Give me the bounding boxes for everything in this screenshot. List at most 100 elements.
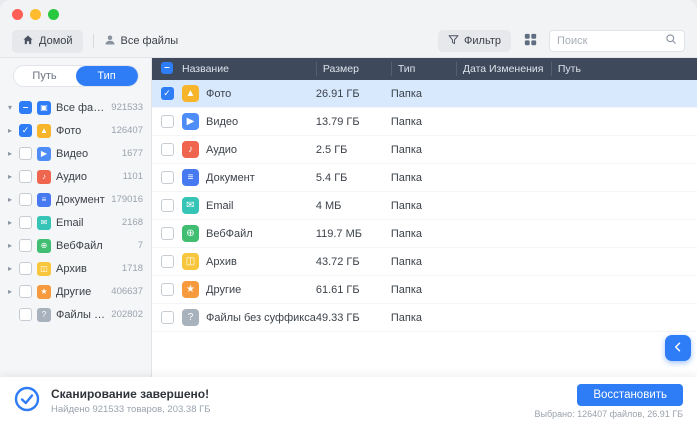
archive-checkbox[interactable] bbox=[19, 262, 32, 275]
email-checkbox[interactable] bbox=[19, 216, 32, 229]
column-header-date[interactable]: Дата Изменения bbox=[456, 62, 551, 76]
item-label: Все файлы bbox=[56, 102, 107, 114]
disclosure-right-icon[interactable]: ▸ bbox=[8, 218, 19, 227]
archive-icon: ◫ bbox=[37, 262, 51, 276]
close-button[interactable] bbox=[12, 9, 23, 20]
sidebar-item-other[interactable]: ▸ ★ Другие 406637 bbox=[5, 280, 146, 303]
grid-view-icon bbox=[524, 33, 537, 49]
disclosure-right-icon[interactable]: ▸ bbox=[8, 264, 19, 273]
row-checkbox[interactable] bbox=[161, 283, 174, 296]
table-row-webfile[interactable]: ⊕ ВебФайл 119.7 МБ Папка bbox=[152, 220, 697, 248]
sidebar-item-all-files[interactable]: ▾ ▣ Все файлы 921533 bbox=[5, 96, 146, 119]
item-count: 7 bbox=[134, 240, 143, 251]
row-name: Email bbox=[206, 200, 234, 212]
disclosure-right-icon[interactable]: ▸ bbox=[8, 287, 19, 296]
photo-checkbox[interactable] bbox=[19, 124, 32, 137]
tab-path[interactable]: Путь bbox=[14, 66, 76, 86]
other-icon: ★ bbox=[182, 281, 199, 298]
row-size: 2.5 ГБ bbox=[316, 144, 391, 156]
sidebar-item-photo[interactable]: ▸ ▲ Фото 126407 bbox=[5, 119, 146, 142]
column-header-path[interactable]: Путь bbox=[551, 62, 697, 76]
home-button[interactable]: Домой bbox=[12, 30, 83, 53]
item-label: Файлы без... bbox=[56, 309, 107, 321]
table-row-document[interactable]: ≡ Документ 5.4 ГБ Папка bbox=[152, 164, 697, 192]
toolbar: Домой Все файлы Фильтр bbox=[12, 29, 685, 53]
select-all-checkbox[interactable] bbox=[161, 62, 173, 74]
row-checkbox[interactable] bbox=[161, 255, 174, 268]
other-checkbox[interactable] bbox=[19, 285, 32, 298]
search-box[interactable] bbox=[549, 30, 685, 52]
column-header-type[interactable]: Тип bbox=[391, 62, 456, 76]
column-header-size[interactable]: Размер bbox=[316, 62, 391, 76]
item-label: Фото bbox=[56, 125, 81, 137]
disclosure-right-icon[interactable]: ▸ bbox=[8, 241, 19, 250]
minimize-button[interactable] bbox=[30, 9, 41, 20]
scan-status: Сканирование завершено! Найдено 921533 т… bbox=[14, 386, 211, 417]
audio-checkbox[interactable] bbox=[19, 170, 32, 183]
item-count: 406637 bbox=[107, 286, 143, 297]
disclosure-down-icon[interactable]: ▾ bbox=[8, 103, 19, 112]
filter-button[interactable]: Фильтр bbox=[438, 30, 511, 52]
video-checkbox[interactable] bbox=[19, 147, 32, 160]
sidebar-item-document[interactable]: ▸ ≡ Документ 179016 bbox=[5, 188, 146, 211]
row-type: Папка bbox=[391, 228, 456, 240]
disclosure-right-icon[interactable]: ▸ bbox=[8, 149, 19, 158]
webfile-checkbox[interactable] bbox=[19, 239, 32, 252]
item-label: Документ bbox=[56, 194, 105, 206]
row-checkbox[interactable] bbox=[161, 115, 174, 128]
table-row-other[interactable]: ★ Другие 61.61 ГБ Папка bbox=[152, 276, 697, 304]
sidebar-item-webfile[interactable]: ▸ ⊕ ВебФайл 7 bbox=[5, 234, 146, 257]
table-row-audio[interactable]: ♪ Аудио 2.5 ГБ Папка bbox=[152, 136, 697, 164]
row-checkbox[interactable] bbox=[161, 171, 174, 184]
row-name: Другие bbox=[206, 284, 241, 296]
row-checkbox[interactable] bbox=[161, 199, 174, 212]
row-checkbox[interactable] bbox=[161, 227, 174, 240]
table-row-no-suffix[interactable]: ? Файлы без суффикса 49.33 ГБ Папка bbox=[152, 304, 697, 332]
scan-complete-icon bbox=[14, 386, 40, 417]
row-size: 13.79 ГБ bbox=[316, 116, 391, 128]
item-count: 2168 bbox=[118, 217, 143, 228]
sidebar-item-no-suffix[interactable]: ? Файлы без... 202802 bbox=[5, 303, 146, 326]
zoom-button[interactable] bbox=[48, 9, 59, 20]
disclosure-right-icon[interactable]: ▸ bbox=[8, 195, 19, 204]
tab-type[interactable]: Тип bbox=[76, 66, 138, 86]
webfile-icon: ⊕ bbox=[182, 225, 199, 242]
item-label: Архив bbox=[56, 263, 87, 275]
column-header-name[interactable]: Название bbox=[182, 62, 316, 76]
sidebar-item-archive[interactable]: ▸ ◫ Архив 1718 bbox=[5, 257, 146, 280]
table-row-email[interactable]: ✉ Email 4 МБ Папка bbox=[152, 192, 697, 220]
email-icon: ✉ bbox=[182, 197, 199, 214]
row-size: 49.33 ГБ bbox=[316, 312, 391, 324]
scan-status-subtitle: Найдено 921533 товаров, 203.38 ГБ bbox=[51, 404, 211, 415]
recover-button[interactable]: Восстановить bbox=[577, 384, 683, 406]
content: Путь Тип ▾ ▣ Все файлы 921533 ▸ ▲ Фото 1… bbox=[0, 58, 697, 377]
home-button-label: Домой bbox=[39, 35, 73, 47]
table-row-photo[interactable]: ▲ Фото 26.91 ГБ Папка bbox=[152, 80, 697, 108]
sidebar-item-video[interactable]: ▸ ▶ Видео 1677 bbox=[5, 142, 146, 165]
unknown-file-icon: ? bbox=[182, 309, 199, 326]
view-switcher-button[interactable] bbox=[520, 31, 540, 51]
video-icon: ▶ bbox=[37, 147, 51, 161]
disclosure-right-icon[interactable]: ▸ bbox=[8, 126, 19, 135]
row-name: Аудио bbox=[206, 144, 237, 156]
row-size: 119.7 МБ bbox=[316, 228, 391, 240]
item-label: Email bbox=[56, 217, 84, 229]
table-row-archive[interactable]: ◫ Архив 43.72 ГБ Папка bbox=[152, 248, 697, 276]
sidebar-item-email[interactable]: ▸ ✉ Email 2168 bbox=[5, 211, 146, 234]
search-input[interactable] bbox=[557, 35, 661, 47]
row-name: Файлы без суффикса bbox=[206, 312, 316, 324]
disclosure-right-icon[interactable]: ▸ bbox=[8, 172, 19, 181]
sidebar-view-tabs: Путь Тип bbox=[13, 65, 139, 87]
other-icon: ★ bbox=[37, 285, 51, 299]
row-checkbox[interactable] bbox=[161, 143, 174, 156]
table-row-video[interactable]: ▶ Видео 13.79 ГБ Папка bbox=[152, 108, 697, 136]
item-count: 1718 bbox=[118, 263, 143, 274]
row-name: Документ bbox=[206, 172, 255, 184]
document-checkbox[interactable] bbox=[19, 193, 32, 206]
row-checkbox[interactable] bbox=[161, 311, 174, 324]
row-checkbox[interactable] bbox=[161, 87, 174, 100]
sidebar-item-audio[interactable]: ▸ ♪ Аудио 1101 bbox=[5, 165, 146, 188]
all-files-checkbox[interactable] bbox=[19, 101, 32, 114]
no-suffix-checkbox[interactable] bbox=[19, 308, 32, 321]
collapse-panel-button[interactable] bbox=[665, 335, 691, 361]
